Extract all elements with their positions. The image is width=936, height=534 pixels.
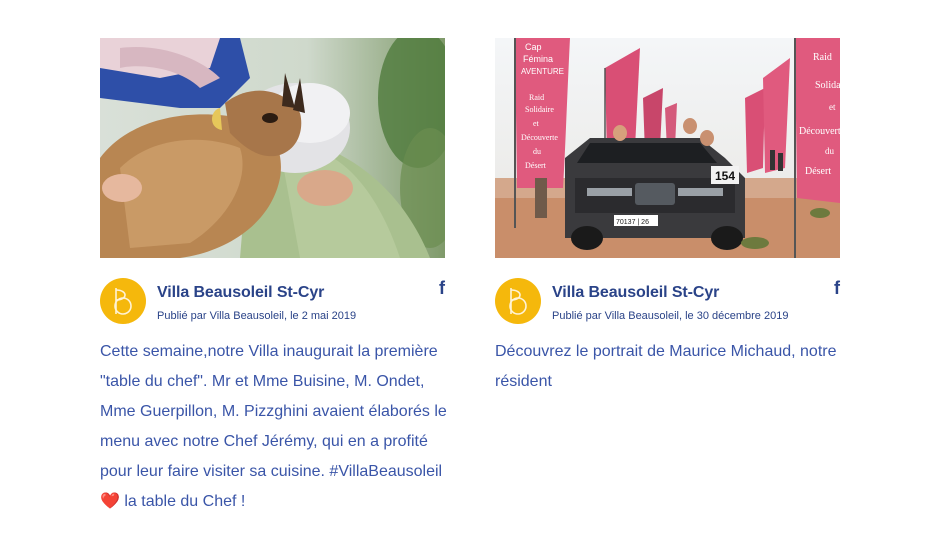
flag-word: AVENTURE — [521, 67, 564, 76]
avatar[interactable] — [100, 278, 146, 324]
brand-logo-icon — [114, 288, 132, 315]
flag-word: Solidaire — [525, 105, 554, 114]
facebook-icon[interactable]: f — [834, 279, 840, 297]
license-plate: 70137 | 26 — [616, 219, 649, 226]
flag-word: du — [533, 147, 541, 156]
flag-word: Découverte — [521, 133, 558, 142]
post-image[interactable] — [100, 38, 445, 258]
post-date: Publié par Villa Beausoleil, le 30 décem… — [552, 310, 789, 322]
post-author[interactable]: Villa Beausoleil St-Cyr — [552, 284, 719, 302]
post-text: Cette semaine,notre Villa inaugurait la … — [100, 337, 450, 517]
post-card: Villa Beausoleil St-Cyr Publié par Villa… — [100, 38, 447, 517]
goat-photo — [100, 38, 445, 258]
rally-photo: Cap Fémina AVENTURE Raid Solidaire et Dé… — [495, 38, 840, 258]
flag-word: Cap — [525, 42, 542, 52]
post-text: Découvrez le portrait de Maurice Michaud… — [495, 337, 845, 397]
heart-emoji: ❤️ — [100, 493, 120, 510]
flag-word: Fémina — [523, 54, 553, 64]
post-body-end: la table du Chef ! — [119, 493, 246, 510]
flag-word: Raid — [813, 52, 832, 63]
facebook-icon[interactable]: f — [439, 279, 445, 297]
flag-word: et — [829, 102, 836, 112]
avatar[interactable] — [495, 278, 541, 324]
flag-word: Solidaire — [815, 80, 840, 91]
flag-word: Désert — [805, 166, 831, 177]
car-number: 154 — [715, 169, 735, 183]
post-image[interactable]: Cap Fémina AVENTURE Raid Solidaire et Dé… — [495, 38, 840, 258]
post-body: Cette semaine,notre Villa inaugurait la … — [100, 343, 447, 480]
post-meta: Villa Beausoleil St-Cyr Publié par Villa… — [100, 278, 445, 334]
brand-logo-icon — [509, 288, 527, 315]
post-card: Cap Fémina AVENTURE Raid Solidaire et Dé… — [495, 38, 840, 397]
post-meta: Villa Beausoleil St-Cyr Publié par Villa… — [495, 278, 840, 334]
post-date: Publié par Villa Beausoleil, le 2 mai 20… — [157, 310, 357, 322]
flag-word: Découverte — [799, 126, 840, 137]
flag-word: du — [825, 146, 835, 156]
flag-word: Raid — [529, 93, 544, 102]
post-body: Découvrez le portrait de Maurice Michaud… — [495, 343, 837, 390]
flag-word: et — [533, 119, 540, 128]
post-author[interactable]: Villa Beausoleil St-Cyr — [157, 284, 324, 302]
flag-word: Désert — [525, 161, 547, 170]
